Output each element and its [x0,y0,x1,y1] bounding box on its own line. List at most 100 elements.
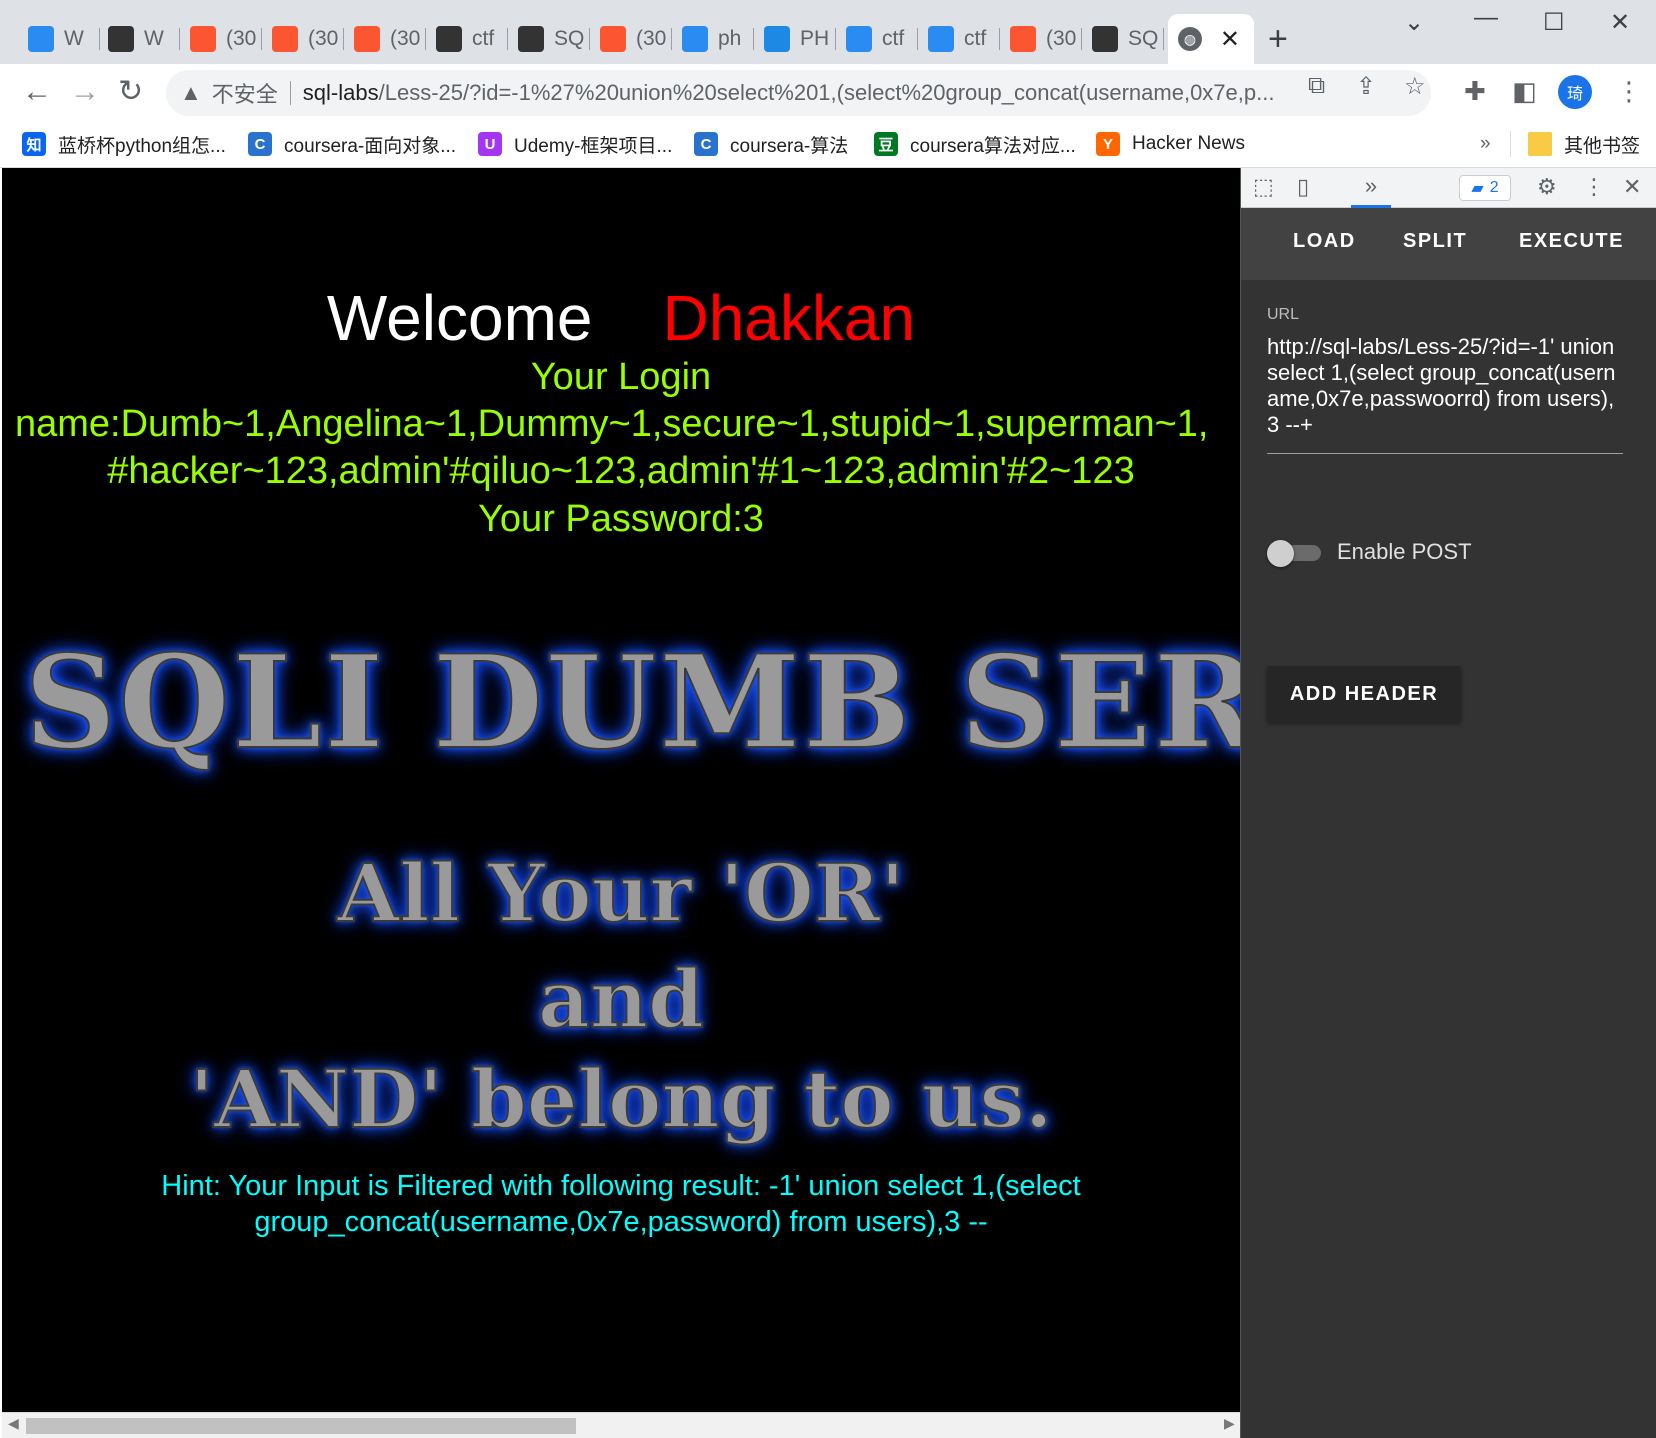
edge-icon [764,26,790,52]
split-button[interactable]: SPLIT [1403,230,1467,253]
bookmark-item[interactable]: 知蓝桥杯python组怎... [22,128,226,160]
url-field-underline [1267,453,1623,454]
tab-9[interactable]: ph [672,20,754,58]
tab-title: ctf [964,27,987,50]
devtools-toolbar: ⬚ ▯ » ▰ 2 ⚙ ⋮ ✕ [1241,168,1656,208]
bookmark-item[interactable]: U Udemy-框架项目... [478,128,672,160]
tab-10[interactable]: PH [754,20,836,58]
url-field-label: URL [1267,306,1300,323]
profile-avatar[interactable]: 琦 [1558,75,1592,109]
enable-post-label: Enable POST [1337,539,1472,564]
tab-title: (30 [636,27,667,50]
bookmarks-bar: 知蓝桥杯python组怎... Ccoursera-面向对象... U Udemy-框… [0,120,1656,168]
hackernews-icon: Y [1096,132,1120,156]
url-textarea[interactable]: http://sql-labs/Less-25/?id=-1' union se… [1267,334,1623,438]
tab-6[interactable]: ctf [426,20,508,58]
scroll-left-icon[interactable]: ◀ [8,1415,19,1432]
tab-1[interactable]: W [18,20,100,58]
address-bar[interactable]: ▲ 不安全 sql-labs/Less-25/?id=-1%27%20union… [166,70,1431,116]
share-icon[interactable]: ⇪ [1356,72,1376,101]
login-names-line2: #hacker~123,admin'#qiluo~123,admin'#1~12… [107,450,1135,492]
issues-icon: ▰ [1471,180,1484,197]
bookmark-label: Hacker News [1132,133,1245,154]
bookmark-label: coursera-算法 [730,135,849,157]
tab-7[interactable]: SQ [508,20,590,58]
tab-search-icon[interactable]: ⌄ [1404,8,1424,37]
reload-button[interactable]: ↻ [118,74,143,110]
translate-icon[interactable]: ⧉ [1308,72,1325,100]
extensions-icon[interactable]: ✚ [1464,76,1486,107]
tab-13[interactable]: (30 [1000,20,1082,58]
settings-gear-icon[interactable]: ⚙ [1537,174,1557,200]
bookmark-item[interactable]: 豆 coursera算法对应... [874,128,1076,160]
back-button[interactable]: ← [22,74,52,110]
page-content: Welcome Dhakkan Your Login name:Dumb~1,An… [2,168,1240,1412]
horizontal-scrollbar[interactable]: ◀ ▶ [2,1412,1240,1438]
csdn-icon [1010,26,1036,52]
scrollbar-thumb[interactable] [26,1418,576,1434]
bookmark-item[interactable]: Ccoursera-面向对象... [248,128,456,160]
bookmarks-divider [1510,131,1511,157]
bing-icon [28,26,54,52]
coursera-icon: C [694,132,718,156]
devtools-panel: ⬚ ▯ » ▰ 2 ⚙ ⋮ ✕ LOAD SPLIT EXECUTE URL h… [1240,168,1656,1438]
runner-icon [436,26,462,52]
bookmark-item[interactable]: Ccoursera-算法 [694,128,848,160]
new-tab-button[interactable]: + [1268,20,1288,58]
csdn-icon [190,26,216,52]
tab-3[interactable]: (30 [180,20,262,58]
coursera-icon: C [248,132,272,156]
slogan-line3: 'AND' belong to us. [188,1051,1053,1147]
bird-icon [1092,26,1118,52]
bookmark-item[interactable]: Y Hacker News [1096,128,1245,160]
add-header-button[interactable]: ADD HEADER [1267,666,1461,722]
bird-icon [108,26,134,52]
other-bookmarks-folder[interactable]: 其他书签 [1528,128,1640,160]
avatar-icon [518,26,544,52]
tab-title: (30 [308,27,339,50]
close-devtools-icon[interactable]: ✕ [1623,174,1641,200]
douban-icon: 豆 [874,132,898,156]
bookmark-label: coursera算法对应... [910,135,1076,157]
close-tab-icon[interactable]: ✕ [1220,25,1240,54]
bookmark-label: Udemy-框架项目... [514,135,673,157]
close-window-icon[interactable]: ✕ [1610,8,1630,37]
load-button[interactable]: LOAD [1293,230,1356,253]
tab-8[interactable]: (30 [590,20,672,58]
tab-5[interactable]: (30 [344,20,426,58]
device-toolbar-icon[interactable]: ▯ [1297,174,1309,200]
forward-button[interactable]: → [70,74,100,110]
tab-12[interactable]: ctf [918,20,1000,58]
execute-button[interactable]: EXECUTE [1519,230,1624,253]
enable-post-toggle[interactable] [1267,540,1323,567]
tab-2[interactable]: W [98,20,180,58]
minimize-icon[interactable]: — [1474,4,1498,32]
menu-icon[interactable]: ⋮ [1616,76,1642,107]
tab-title: SQ [554,27,585,50]
bing-icon [682,26,708,52]
inspect-element-icon[interactable]: ⬚ [1253,174,1274,200]
issues-badge[interactable]: ▰ 2 [1459,175,1511,201]
side-panel-icon[interactable]: ◧ [1512,76,1537,107]
tab-4[interactable]: (30 [262,20,344,58]
tab-active[interactable]: ◍ ✕ [1168,14,1254,64]
security-label[interactable]: 不安全 [212,77,278,109]
csdn-icon [272,26,298,52]
devtools-menu-icon[interactable]: ⋮ [1583,174,1605,200]
slogan-line2: and [537,951,705,1047]
tab-11[interactable]: ctf [836,20,918,58]
tab-strip: W W (30 (30 (30 ctf SQ (30 ph PH ctf ctf (30 SQ ◍ ✕ +… [0,0,1656,64]
scroll-right-icon[interactable]: ▶ [1224,1415,1235,1432]
csdn-icon [354,26,380,52]
bookmark-star-icon[interactable]: ☆ [1404,72,1426,101]
login-title: Your Login [530,356,712,398]
bookmarks-overflow-button[interactable]: » [1480,128,1491,160]
toggle-knob [1267,540,1294,567]
bookmark-label: coursera-面向对象... [284,135,457,157]
issues-count: 2 [1489,179,1499,196]
maximize-icon[interactable]: ☐ [1543,8,1565,37]
url-host: sql-labs [302,80,379,105]
other-bookmarks-label: 其他书签 [1564,135,1641,157]
more-tabs-button[interactable]: » [1351,168,1391,208]
tab-14[interactable]: SQ [1082,20,1164,58]
